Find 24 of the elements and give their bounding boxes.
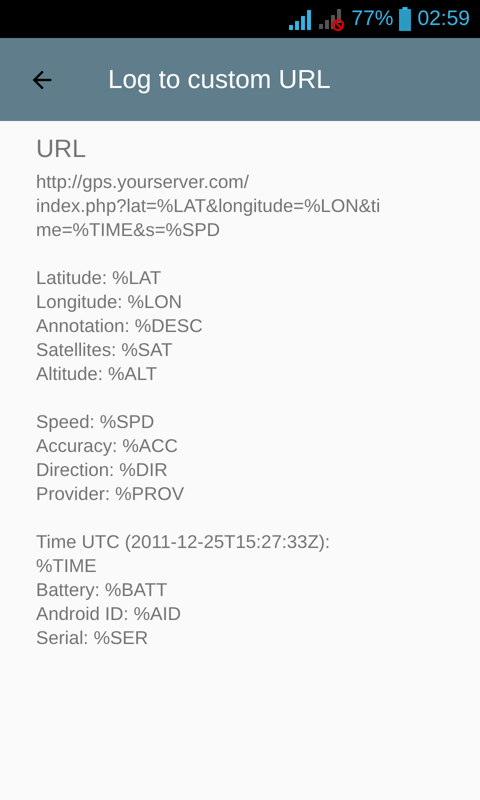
- summary-line: Speed: %SPD: [36, 410, 156, 434]
- clock: 02:59: [417, 7, 470, 31]
- summary-line: Serial: %SER: [36, 626, 150, 650]
- battery-percent: 77%: [351, 7, 394, 31]
- summary-line: Time UTC (2011-12-25T15:27:33Z):: [36, 530, 332, 554]
- summary-line: Battery: %BATT: [36, 578, 168, 602]
- summary-line: Annotation: %DESC: [36, 314, 204, 338]
- summary-line: Longitude: %LON: [36, 290, 184, 314]
- summary-line: index.php?lat=%LAT&longitude=%LON&ti: [36, 194, 382, 218]
- summary-line: %TIME: [36, 554, 98, 578]
- summary-line: Latitude: %LAT: [36, 266, 162, 290]
- summary-line: Android ID: %AID: [36, 602, 182, 626]
- summary-line: Direction: %DIR: [36, 458, 169, 482]
- summary-line: Satellites: %SAT: [36, 338, 174, 362]
- preference-title: URL: [36, 135, 88, 164]
- battery-icon: [399, 7, 412, 31]
- summary-line: Altitude: %ALT: [36, 362, 158, 386]
- signal-icon: [289, 8, 314, 30]
- summary-line: Accuracy: %ACC: [36, 434, 179, 458]
- summary-line: Provider: %PROV: [36, 482, 186, 506]
- summary-line: http://gps.yourserver.com/: [36, 170, 250, 194]
- no-signal-icon: [319, 7, 346, 31]
- screen-title: Log to custom URL: [108, 64, 331, 95]
- summary-line: me=%TIME&s=%SPD: [36, 218, 222, 242]
